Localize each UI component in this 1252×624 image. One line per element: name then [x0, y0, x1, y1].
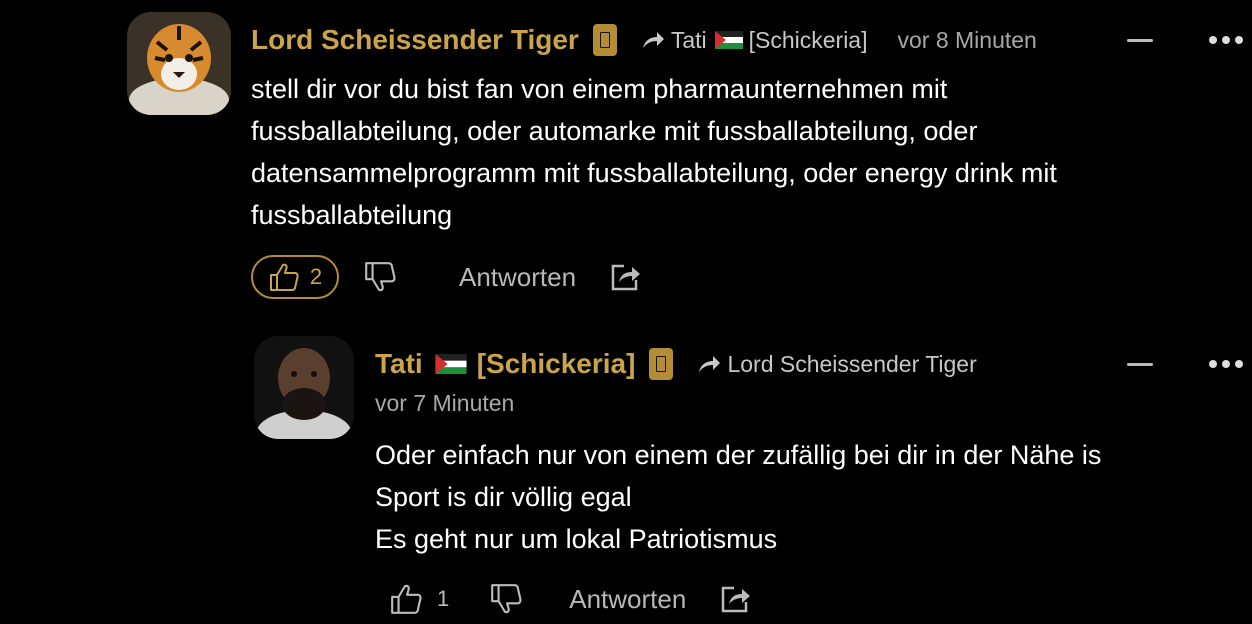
reply-button[interactable]: Antworten	[459, 262, 576, 293]
comment-line: stell dir vor du bist fan von einem phar…	[251, 74, 948, 104]
reply-to-name: Lord Scheissender Tiger	[727, 350, 977, 377]
more-icon[interactable]	[1209, 36, 1243, 44]
comment-author[interactable]: Tati	[375, 348, 423, 380]
tiger-avatar[interactable]	[127, 12, 231, 115]
reply-to[interactable]: Lord Scheissender Tiger	[697, 350, 977, 378]
reply-to-tag: [Schickeria]	[748, 26, 868, 53]
author-tag: [Schickeria]	[476, 348, 636, 379]
more-icon[interactable]	[1209, 360, 1243, 368]
like-button[interactable]: 1	[389, 582, 449, 616]
comment-author[interactable]: Lord Scheissender Tiger	[251, 24, 579, 56]
reply-arrow-icon	[699, 356, 721, 372]
reply-to-name: Tati	[670, 26, 707, 53]
comment-line: Sport is dir völlig egal	[375, 482, 632, 512]
person-avatar[interactable]	[254, 336, 354, 439]
like-count: 1	[437, 586, 450, 611]
palestine-flag-icon	[714, 31, 743, 49]
comment-body: stell dir vor du bist fan von einem phar…	[251, 68, 1057, 236]
share-icon[interactable]	[720, 584, 752, 614]
thumbs-up-icon	[391, 584, 422, 614]
like-count: 2	[309, 264, 323, 289]
comment-line: fussballabteilung	[251, 200, 453, 230]
palestine-flag-icon	[435, 354, 467, 374]
collapse-icon[interactable]	[1127, 38, 1153, 42]
thumbs-up-icon	[269, 263, 299, 291]
comment-line: fussballabteilung, oder automarke mit fu…	[251, 116, 978, 146]
share-icon[interactable]	[610, 262, 642, 292]
badge-icon	[592, 24, 617, 56]
badge-icon	[649, 348, 674, 380]
reply-arrow-icon	[642, 32, 664, 48]
collapse-icon[interactable]	[1127, 362, 1153, 366]
comment-line: Es geht nur um lokal Patriotismus	[375, 524, 778, 554]
timestamp: vor 8 Minuten	[897, 26, 1037, 53]
comment-body: Oder einfach nur von einem der zufällig …	[375, 434, 1101, 560]
thumbs-down-icon[interactable]	[363, 260, 397, 294]
like-button[interactable]: 2	[251, 255, 339, 299]
comment-line: datensammelprogramm mit fussballabteilun…	[251, 158, 1057, 188]
timestamp: vor 7 Minuten	[375, 390, 515, 416]
comment-line: Oder einfach nur von einem der zufällig …	[375, 440, 1102, 470]
reply-button[interactable]: Antworten	[569, 584, 686, 615]
thumbs-down-icon[interactable]	[489, 582, 523, 616]
reply-to[interactable]: Tati [Schickeria]	[641, 26, 868, 54]
